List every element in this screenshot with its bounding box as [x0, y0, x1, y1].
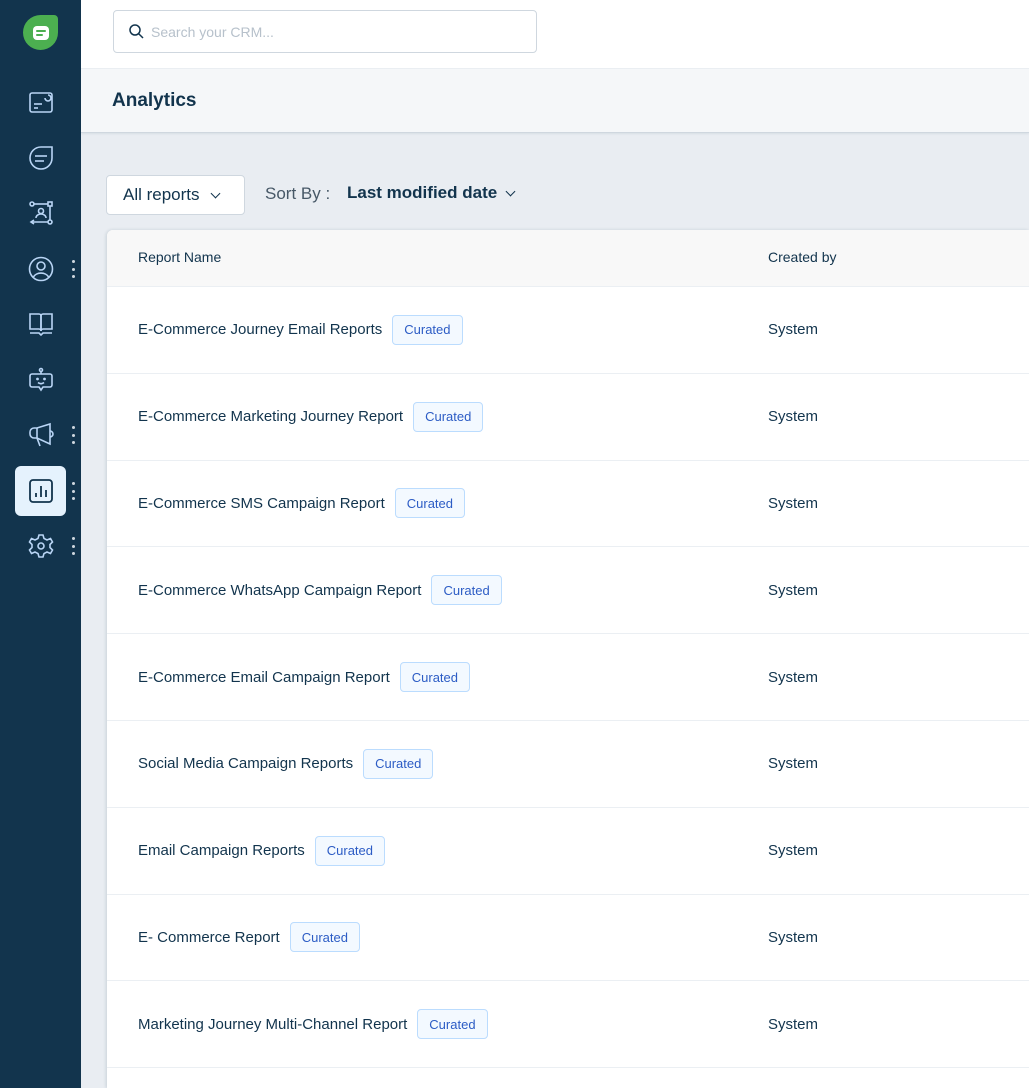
curated-badge: Curated [417, 1009, 488, 1040]
page-header: Analytics [81, 69, 1029, 133]
chevron-down-icon [505, 186, 516, 196]
analytics-icon [28, 479, 53, 503]
curated-badge: Curated [413, 401, 484, 432]
curated-badge: Curated [431, 575, 502, 606]
contacts-segment-icon [28, 201, 53, 225]
app-logo[interactable] [23, 15, 58, 50]
chat-logo-icon [32, 25, 49, 40]
report-name-cell: E-Commerce Journey Email Reports Curated [138, 287, 463, 373]
column-header-report-name[interactable]: Report Name [138, 249, 221, 265]
dashboard-icon [28, 92, 53, 113]
sidebar-more-analytics[interactable] [70, 482, 76, 500]
sidebar-item-bots[interactable] [15, 355, 66, 405]
report-name-link[interactable]: E- Commerce Report [138, 929, 280, 946]
table-row[interactable]: Marketing Journey Multi-Channel Report Cu… [107, 981, 1029, 1069]
table-row[interactable]: Social Media Campaign Reports Curated Syst… [107, 721, 1029, 808]
curated-badge: Curated [314, 835, 385, 866]
report-name-cell: E-Commerce Marketing Journey Report Curat… [138, 374, 484, 460]
book-icon [28, 313, 53, 337]
table-row[interactable]: E- Commerce Report Curated System [107, 895, 1029, 982]
sidebar-more-settings[interactable] [70, 537, 76, 555]
report-name-link[interactable]: Marketing Journey Multi-Channel Report [138, 1016, 407, 1033]
table-row[interactable]: E-Commerce Journey Email Reports Curated S… [107, 287, 1029, 374]
created-by-cell: System [768, 668, 819, 686]
top-bar [81, 0, 1029, 69]
sort-by-value: Last modified date [347, 183, 498, 202]
search-input[interactable] [151, 23, 521, 40]
report-name-link[interactable]: E-Commerce Marketing Journey Report [138, 408, 403, 425]
sort-by-label: Sort By : [265, 184, 331, 203]
curated-badge: Curated [394, 488, 465, 519]
report-name-cell: E-Commerce SMS Campaign Report Curated [138, 461, 465, 547]
sidebar-item-contacts[interactable] [15, 244, 66, 294]
report-name-cell: Email Campaign Reports Curated [138, 808, 385, 894]
search-box[interactable] [113, 10, 537, 53]
report-name-link[interactable]: Email Campaign Reports [138, 842, 305, 859]
report-name-cell: E- Commerce Report Curated [138, 895, 360, 981]
curated-badge: Curated [363, 748, 434, 779]
sidebar-item-settings[interactable] [15, 521, 66, 571]
table-row[interactable]: Email Campaign Reports Curated System [107, 808, 1029, 895]
conversations-icon [28, 146, 53, 170]
report-name-link[interactable]: E-Commerce Email Campaign Report [138, 669, 390, 686]
report-name-link[interactable]: Social Media Campaign Reports [138, 755, 353, 772]
curated-badge: Curated [289, 922, 360, 953]
report-name-cell: Social Media Campaign Reports Curated [138, 721, 434, 807]
sidebar-item-analytics[interactable] [15, 466, 66, 516]
sidebar [0, 0, 81, 1088]
sidebar-item-segments[interactable] [15, 188, 66, 238]
created-by-cell: System [768, 581, 819, 599]
table-row[interactable]: E-Commerce Marketing Journey Report Curat… [107, 374, 1029, 461]
created-by-cell: System [768, 321, 819, 339]
megaphone-icon [28, 422, 54, 447]
report-name-link[interactable]: E-Commerce Journey Email Reports [138, 321, 382, 338]
reports-table: Report Name Created by E-Commerce Journe… [107, 230, 1029, 1088]
created-by-cell: System [768, 928, 819, 946]
user-icon [28, 256, 53, 282]
sidebar-item-campaigns[interactable] [15, 410, 66, 460]
table-row[interactable]: E-Commerce Email Campaign Report Curated S… [107, 634, 1029, 721]
sidebar-more-contacts[interactable] [70, 260, 76, 278]
report-name-cell: E-Commerce WhatsApp Campaign Report Curat… [138, 547, 502, 633]
table-header: Report Name Created by [107, 230, 1029, 287]
sidebar-more-campaigns[interactable] [70, 426, 76, 444]
created-by-cell: System [768, 842, 819, 860]
column-header-created-by[interactable]: Created by [768, 249, 836, 265]
report-name-link[interactable]: E-Commerce SMS Campaign Report [138, 495, 385, 512]
created-by-cell: System [768, 494, 819, 512]
chevron-down-icon [210, 188, 220, 198]
bot-icon [28, 367, 53, 392]
report-name-cell: E-Commerce Email Campaign Report Curated [138, 634, 470, 720]
created-by-cell: System [768, 408, 819, 426]
curated-badge: Curated [392, 314, 463, 345]
table-row[interactable]: E-Commerce WhatsApp Campaign Report Curat… [107, 547, 1029, 635]
search-icon [129, 24, 144, 39]
sidebar-item-knowledge-base[interactable] [15, 298, 66, 348]
created-by-cell: System [768, 755, 819, 773]
table-row[interactable]: E-Commerce SMS Campaign Report Curated Sys… [107, 461, 1029, 548]
created-by-cell: System [768, 1015, 819, 1033]
sidebar-item-conversations[interactable] [15, 133, 66, 183]
table-body: E-Commerce Journey Email Reports Curated S… [107, 287, 1029, 1069]
report-name-link[interactable]: E-Commerce WhatsApp Campaign Report [138, 582, 421, 599]
report-name-cell: Marketing Journey Multi-Channel Report Cu… [138, 981, 488, 1067]
curated-badge: Curated [399, 662, 470, 693]
gear-icon [28, 534, 53, 558]
sidebar-item-dashboard[interactable] [15, 78, 66, 128]
sort-by-dropdown[interactable]: Last modified date [347, 183, 516, 203]
page-title: Analytics [112, 89, 197, 111]
report-filter-label: All reports [123, 185, 200, 204]
report-filter-dropdown[interactable]: All reports [106, 175, 245, 215]
